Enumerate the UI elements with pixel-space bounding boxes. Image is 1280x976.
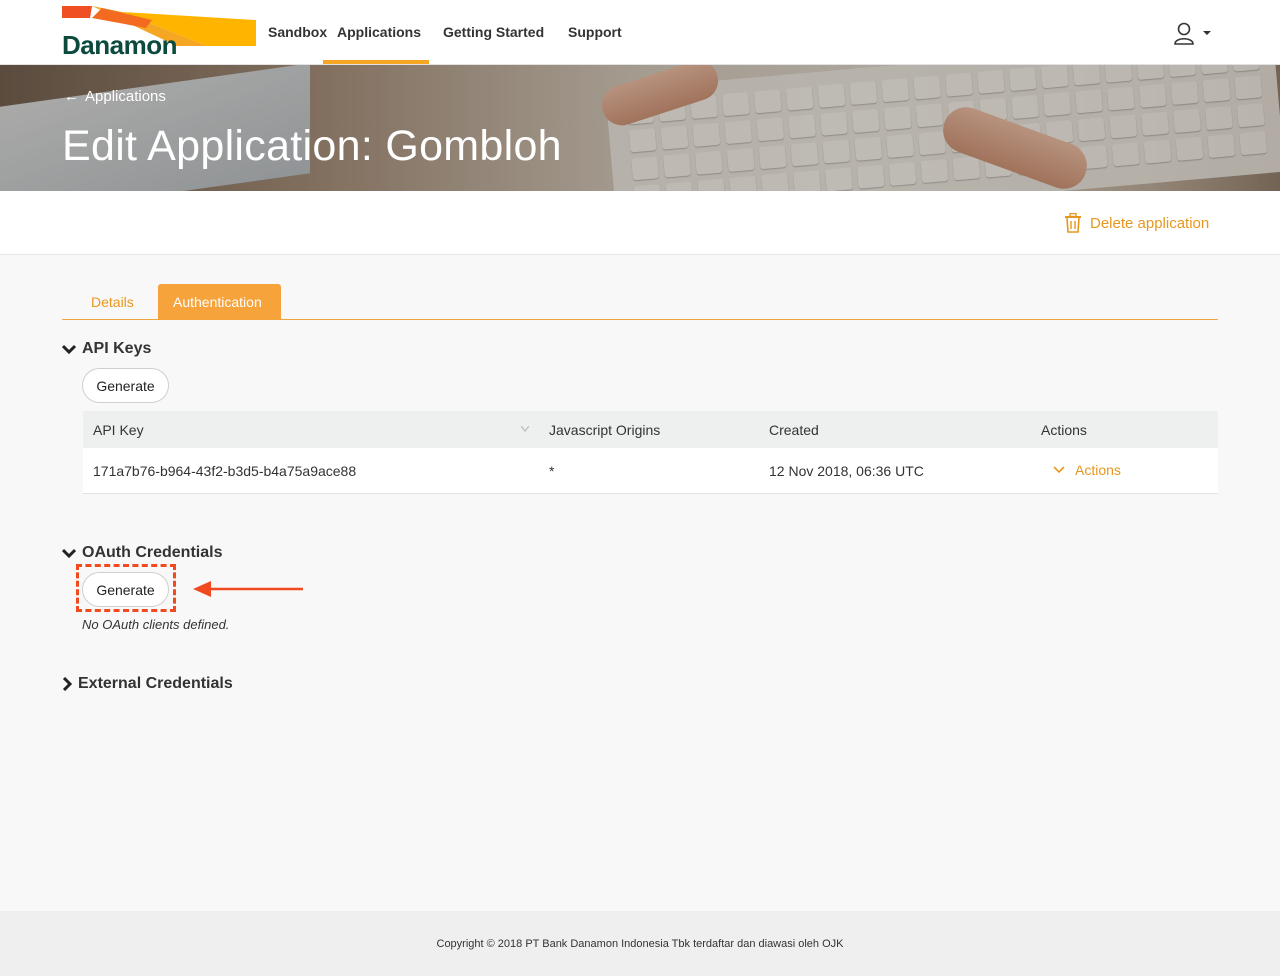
nav-support[interactable]: Support <box>568 24 622 40</box>
chevron-right-icon <box>62 677 72 691</box>
api-keys-table: API Key Javascript Origins Created Actio… <box>83 411 1218 494</box>
back-arrow-icon: ← <box>64 88 79 105</box>
nav-active-indicator <box>323 60 429 64</box>
generate-oauth-button[interactable]: Generate <box>82 572 169 607</box>
danamon-logo[interactable]: Danamon <box>62 6 256 60</box>
table-row: 171a7b76-b964-43f2-b3d5-b4a75a9ace88 * 1… <box>83 448 1218 494</box>
trash-icon <box>1065 213 1081 233</box>
sort-caret-icon[interactable] <box>521 426 529 432</box>
breadcrumb[interactable]: ← Applications <box>64 88 166 105</box>
chevron-down-icon <box>62 548 76 559</box>
api-key-value: 171a7b76-b964-43f2-b3d5-b4a75a9ace88 <box>93 463 357 479</box>
oauth-credentials-toggle[interactable]: OAuth Credentials <box>62 544 222 562</box>
row-actions-label: Actions <box>1075 462 1121 478</box>
tab-authentication[interactable]: Authentication <box>158 284 281 319</box>
tabs-divider <box>62 319 1218 320</box>
external-credentials-title: External Credentials <box>78 675 233 692</box>
tab-details[interactable]: Details <box>76 284 149 319</box>
annotation-arrow-icon <box>193 581 303 597</box>
generate-api-key-button[interactable]: Generate <box>82 368 169 403</box>
brand-name: Danamon <box>62 30 177 60</box>
nav-sandbox[interactable]: Sandbox <box>268 24 327 40</box>
external-credentials-toggle[interactable]: External Credentials <box>62 675 233 693</box>
no-oauth-clients-text: No OAuth clients defined. <box>82 617 230 632</box>
col-created: Created <box>769 422 819 438</box>
user-menu[interactable] <box>1174 22 1214 46</box>
col-javascript-origins: Javascript Origins <box>549 422 661 438</box>
delete-application-label: Delete application <box>1090 214 1210 232</box>
row-actions-dropdown[interactable]: Actions <box>1053 462 1121 478</box>
nav-getting-started[interactable]: Getting Started <box>443 24 544 40</box>
caret-down-icon <box>1203 31 1211 35</box>
page-title: Edit Application: Gombloh <box>62 122 562 170</box>
api-keys-toggle[interactable]: API Keys <box>62 340 151 358</box>
col-api-key[interactable]: API Key <box>93 422 144 438</box>
top-navigation: Danamon Sandbox Applications Getting Sta… <box>0 0 1280 65</box>
oauth-credentials-title: OAuth Credentials <box>82 544 223 561</box>
chevron-down-icon <box>62 344 76 355</box>
breadcrumb-label: Applications <box>85 88 166 105</box>
api-keys-title: API Keys <box>82 340 152 357</box>
col-actions: Actions <box>1041 422 1087 438</box>
footer: Copyright © 2018 PT Bank Danamon Indones… <box>0 911 1280 976</box>
user-icon <box>1174 22 1211 45</box>
created-value: 12 Nov 2018, 06:36 UTC <box>769 463 924 479</box>
footer-copyright: Copyright © 2018 PT Bank Danamon Indones… <box>436 938 844 950</box>
table-header: API Key Javascript Origins Created Actio… <box>83 411 1218 448</box>
chevron-down-icon <box>1053 466 1065 474</box>
javascript-origins-value: * <box>549 463 555 479</box>
delete-application-button[interactable]: Delete application <box>1064 213 1209 233</box>
nav-applications[interactable]: Applications <box>337 24 421 40</box>
